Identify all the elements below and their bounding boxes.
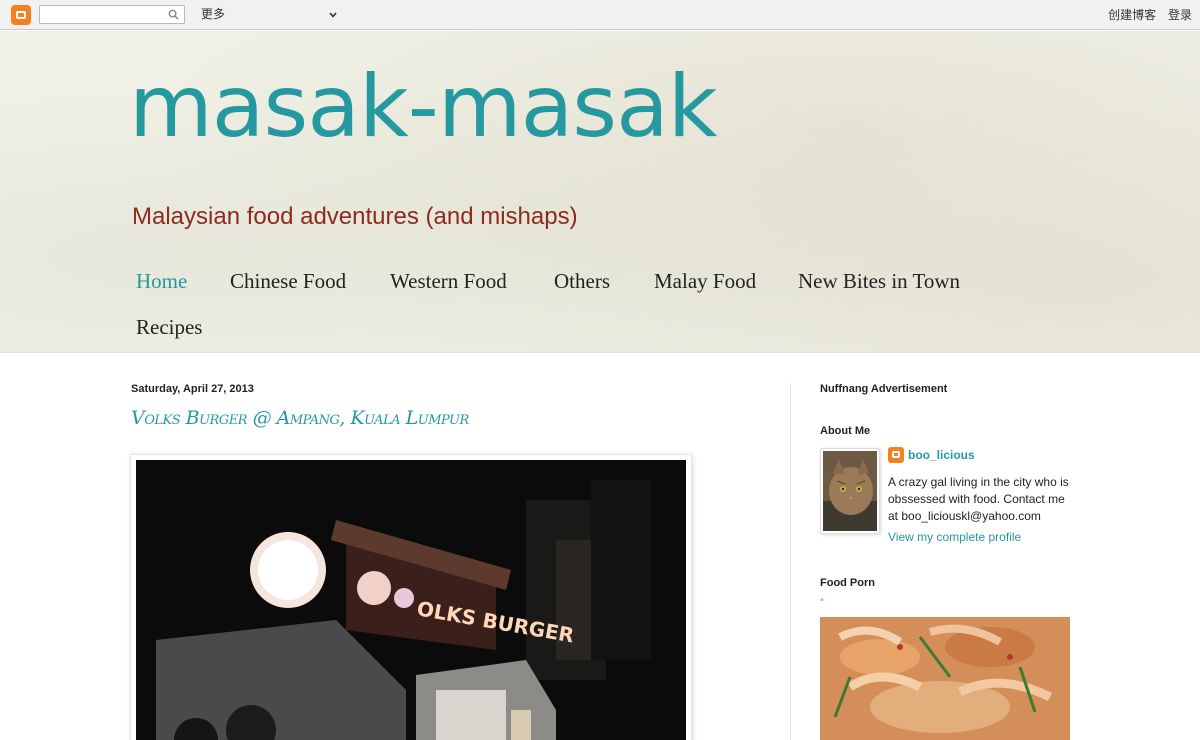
tab-chinese-food[interactable]: Chinese Food [230,269,346,294]
avatar[interactable] [820,448,880,534]
create-blog-link[interactable]: 创建博客 [1108,8,1156,22]
tab-home[interactable]: Home [136,269,187,294]
navbar-search-input[interactable] [39,5,185,24]
blogger-profile-icon [888,447,904,463]
blog-header: masak-masak Malaysian food adventures (a… [0,31,1200,353]
post-title[interactable]: Volks Burger @ Ampang, Kuala Lumpur [131,407,469,429]
column-divider [790,383,791,740]
food-truck-photo: OLKS BURGER [136,460,686,740]
cat-photo [823,451,877,531]
blogger-logo-icon[interactable] [11,5,31,25]
view-profile-link[interactable]: View my complete profile [888,530,1021,544]
tab-new-bites-in-town[interactable]: New Bites in Town [798,269,960,294]
tab-recipes[interactable]: Recipes [136,315,202,340]
tab-others[interactable]: Others [554,269,610,294]
tab-malay-food[interactable]: Malay Food [654,269,756,294]
blog-title[interactable]: masak-masak [129,59,718,155]
profile-description: A crazy gal living in the city who is ob… [888,475,1069,523]
post-date: Saturday, April 27, 2013 [131,383,254,395]
more-dropdown-label: 更多 [201,7,226,21]
more-dropdown[interactable]: 更多 [201,5,341,24]
food-porn-quote: " [820,598,825,608]
food-porn-heading: Food Porn [820,577,875,589]
nuffnang-heading: Nuffnang Advertisement [820,383,948,395]
tab-western-food[interactable]: Western Food [390,269,507,294]
food-porn-image[interactable] [820,617,1070,740]
blog-description: Malaysian food adventures (and mishaps) [132,203,578,230]
chevron-down-icon [329,12,337,18]
sign-in-link[interactable]: 登录 [1168,8,1192,22]
about-me-heading: About Me [820,425,871,437]
post-image[interactable]: OLKS BURGER [130,454,692,740]
search-icon[interactable] [168,9,179,20]
blogger-navbar: 更多 创建博客 登录 [0,0,1200,30]
profile-name-link[interactable]: boo_licious [908,448,975,462]
